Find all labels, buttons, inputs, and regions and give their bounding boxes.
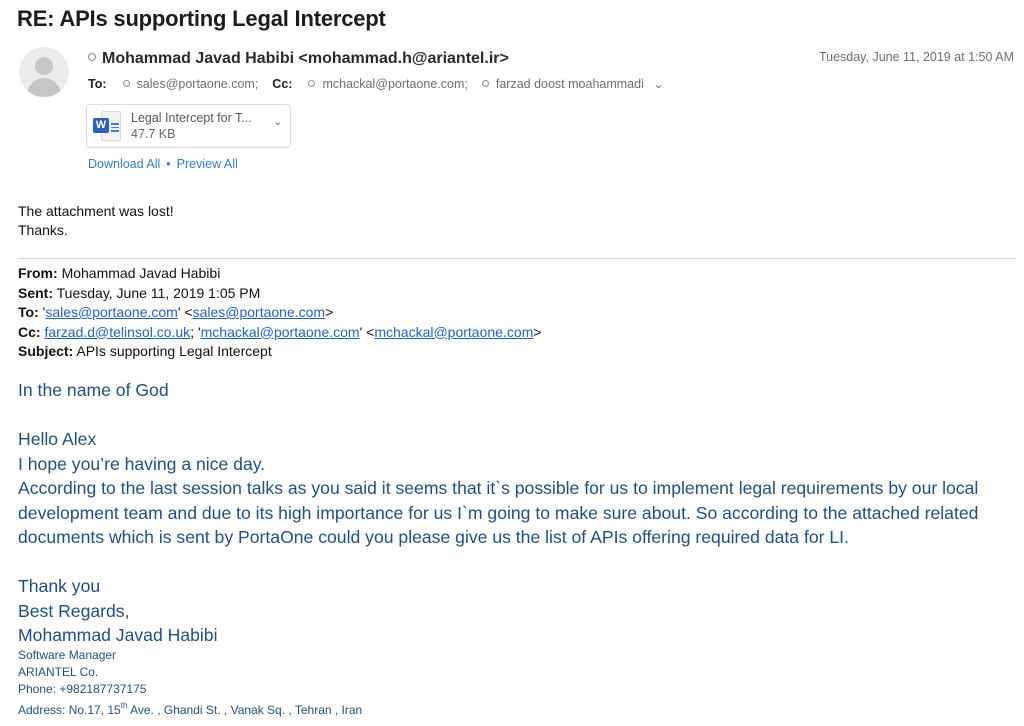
email-date: Tuesday, June 11, 2019 at 1:50 AM [818,50,1014,64]
body-greeting: In the name of God [18,380,169,400]
body-paragraph: According to the last session talks as y… [18,478,979,547]
word-document-icon: W [93,111,121,143]
attachment-size: 47.7 KB [131,127,176,141]
body-regards: Best Regards, [18,600,130,621]
recipient-status-icon [481,80,489,88]
signature-address: Address: No.17, 15th Ave. , Ghandi St. ,… [18,701,363,717]
recipients-line: To: sales@portaone.com; Cc: mchackal@portao… [88,77,664,91]
avatar-body [27,78,61,97]
to-label: To: [88,77,107,91]
signature: Software Manager ARIANTEL Co. Phone: +98… [18,647,362,719]
quoted-to: To: 'sales@portaone.com' <sales@portaone… [18,304,334,320]
reply-line: The attachment was lost! [18,203,174,219]
recipient-status-icon [122,80,130,88]
quoted-sent: Sent: Tuesday, June 11, 2019 1:05 PM [18,284,261,301]
email-link[interactable]: sales@portaone.com [45,304,178,320]
separator-dot: • [166,157,171,171]
attachment-name: Legal Intercept for T... [131,111,252,125]
double-chevron-down-icon[interactable]: ⌄ [652,78,664,91]
message-body: In the name of God Hello Alex I hope you… [18,378,1008,648]
avatar-head [35,57,53,75]
body-name: Mohammad Javad Habibi [18,625,218,645]
sender-name[interactable]: Mohammad Javad Habibi <mohammad.h@ariant… [102,50,509,67]
sender-line[interactable]: Mohammad Javad Habibi <mohammad.h@ariant… [88,50,509,68]
signature-company: ARIANTEL Co. [18,665,99,679]
chevron-down-icon[interactable]: ⌄ [274,117,282,128]
email-link[interactable]: mchackal@portaone.com [374,324,533,340]
signature-title: Software Manager [18,648,117,662]
reply-body: The attachment was lost! Thanks. [18,202,174,240]
quoted-header: From: Mohammad Javad Habibi Sent: Tuesda… [18,264,541,362]
body-hope: I hope you’re having a nice day. [18,453,266,474]
email-link[interactable]: sales@portaone.com [193,304,326,320]
cc-recipient[interactable]: mchackal@portaone.com; [322,77,467,91]
attachment-actions: Download All • Preview All [88,157,238,171]
reply-line: Thanks. [18,222,68,238]
body-hello: Hello Alex [18,429,97,449]
email-link[interactable]: farzad.d@telinsol.co.uk [44,324,190,340]
preview-all-link[interactable]: Preview All [177,157,238,171]
sender-avatar [19,47,69,97]
sender-status-icon [88,52,96,61]
signature-phone: Phone: +982187737175 [18,682,147,696]
quoted-from: From: Mohammad Javad Habibi [18,265,221,281]
to-recipient[interactable]: sales@portaone.com; [137,77,259,91]
cc-recipient[interactable]: farzad doost moahammadi [496,77,644,91]
download-all-link[interactable]: Download All [88,157,160,171]
recipient-status-icon [308,80,316,88]
attachment-card[interactable]: W Legal Intercept for T... 47.7 KB ⌄ [86,104,291,148]
email-subject: RE: APIs supporting Legal Intercept [17,6,386,31]
quote-divider [18,258,1016,259]
body-thanks: Thank you [18,576,101,596]
cc-label: Cc: [272,77,293,91]
email-link[interactable]: mchackal@portaone.com [201,324,360,340]
quoted-subject: Subject: APIs supporting Legal Intercept [18,343,272,359]
quoted-cc: Cc: farzad.d@telinsol.co.uk; 'mchackal@p… [18,323,542,340]
